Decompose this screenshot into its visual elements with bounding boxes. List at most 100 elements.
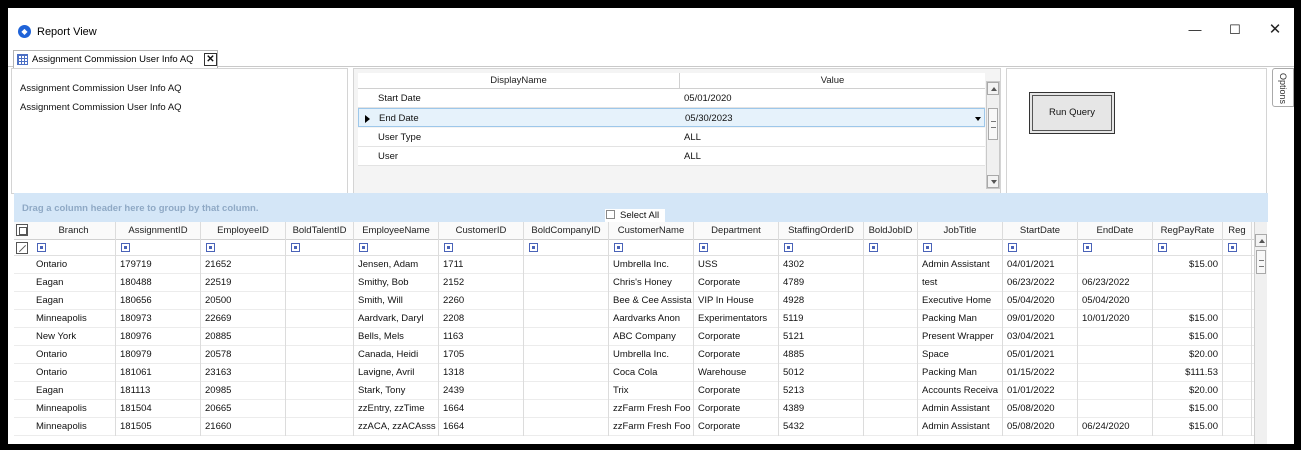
param-header-displayname[interactable]: DisplayName [358, 73, 680, 89]
table-cell[interactable]: $15.00 [1153, 418, 1223, 436]
column-header[interactable]: CustomerName [609, 222, 694, 240]
table-cell[interactable]: 180976 [116, 328, 201, 346]
table-cell[interactable]: Coca Cola [609, 364, 694, 382]
table-cell[interactable]: Trix [609, 382, 694, 400]
table-row[interactable]: Eagan 181113 20985 Stark, Tony 2439 Trix Corpo… [14, 382, 1254, 400]
table-cell[interactable]: 20985 [201, 382, 286, 400]
table-cell[interactable]: zzFarm Fresh Foo [609, 418, 694, 436]
table-cell[interactable] [1223, 292, 1252, 310]
table-cell[interactable]: Ontario [32, 256, 116, 274]
table-cell[interactable]: 05/08/2020 [1003, 400, 1078, 418]
run-query-button[interactable]: Run Query [1029, 92, 1115, 134]
column-header[interactable]: RegPayRate [1153, 222, 1223, 240]
table-cell[interactable] [286, 364, 354, 382]
filter-cell[interactable] [201, 240, 286, 256]
filter-icon[interactable] [291, 243, 300, 252]
table-cell[interactable]: 1664 [439, 418, 524, 436]
table-row[interactable]: Eagan 180488 22519 Smithy, Bob 2152 Chris's H… [14, 274, 1254, 292]
column-header[interactable]: Reg [1223, 222, 1252, 240]
table-cell[interactable]: Chris's Honey [609, 274, 694, 292]
table-cell[interactable]: 181061 [116, 364, 201, 382]
table-cell[interactable]: 4928 [779, 292, 864, 310]
table-cell[interactable]: Minneapolis [32, 310, 116, 328]
filter-icon[interactable] [1158, 243, 1167, 252]
table-cell[interactable]: Corporate [694, 400, 779, 418]
table-cell[interactable]: Corporate [694, 328, 779, 346]
column-header[interactable]: Branch [32, 222, 116, 240]
table-cell[interactable]: zzACA, zzACAsss [354, 418, 439, 436]
table-cell[interactable] [524, 418, 609, 436]
table-cell[interactable] [1223, 310, 1252, 328]
filter-cell[interactable] [32, 240, 116, 256]
param-value[interactable]: ALL [684, 147, 701, 166]
table-cell[interactable] [1223, 346, 1252, 364]
filter-cell[interactable] [609, 240, 694, 256]
table-cell[interactable]: 04/01/2021 [1003, 256, 1078, 274]
filter-cell[interactable] [694, 240, 779, 256]
column-header[interactable]: EndDate [1078, 222, 1153, 240]
table-cell[interactable] [1078, 382, 1153, 400]
table-cell[interactable]: 1711 [439, 256, 524, 274]
table-cell[interactable]: Warehouse [694, 364, 779, 382]
table-cell[interactable]: Ontario [32, 346, 116, 364]
table-cell[interactable]: $15.00 [1153, 328, 1223, 346]
grid-scroll-up-button[interactable] [1255, 234, 1267, 247]
filter-icon[interactable] [1228, 243, 1237, 252]
table-cell[interactable]: 05/01/2021 [1003, 346, 1078, 364]
table-cell[interactable] [1153, 292, 1223, 310]
table-cell[interactable]: 20885 [201, 328, 286, 346]
table-cell[interactable] [864, 364, 918, 382]
param-row-user-type[interactable]: User Type ALL [358, 128, 985, 147]
tab-assignment-commission[interactable]: Assignment Commission User Info AQ ✕ [13, 50, 218, 68]
filter-cell[interactable] [1003, 240, 1078, 256]
table-cell[interactable]: Corporate [694, 382, 779, 400]
filter-icon[interactable] [121, 243, 130, 252]
table-cell[interactable]: 21652 [201, 256, 286, 274]
table-cell[interactable] [864, 346, 918, 364]
table-cell[interactable]: 10/01/2020 [1078, 310, 1153, 328]
table-cell[interactable] [286, 400, 354, 418]
table-cell[interactable]: 05/04/2020 [1003, 292, 1078, 310]
table-cell[interactable]: 1664 [439, 400, 524, 418]
table-cell[interactable]: $111.53 [1153, 364, 1223, 382]
scroll-down-button[interactable] [987, 175, 999, 188]
filter-cell[interactable] [1223, 240, 1252, 256]
table-cell[interactable] [286, 310, 354, 328]
table-cell[interactable] [864, 418, 918, 436]
table-cell[interactable] [524, 400, 609, 418]
table-cell[interactable]: Eagan [32, 274, 116, 292]
table-cell[interactable] [864, 274, 918, 292]
column-header[interactable]: JobTitle [918, 222, 1003, 240]
table-cell[interactable] [1223, 274, 1252, 292]
table-cell[interactable]: Bee & Cee Assista [609, 292, 694, 310]
table-cell[interactable]: Admin Assistant [918, 256, 1003, 274]
table-cell[interactable]: 181504 [116, 400, 201, 418]
table-cell[interactable]: VIP In House [694, 292, 779, 310]
table-cell[interactable]: 03/04/2021 [1003, 328, 1078, 346]
table-cell[interactable] [1223, 382, 1252, 400]
grid-scrollbar[interactable] [1254, 222, 1267, 444]
table-cell[interactable]: New York [32, 328, 116, 346]
table-cell[interactable]: 4885 [779, 346, 864, 364]
table-cell[interactable]: 4789 [779, 274, 864, 292]
filter-icon[interactable] [1083, 243, 1092, 252]
column-header[interactable]: BoldJobID [864, 222, 918, 240]
table-cell[interactable]: 01/01/2022 [1003, 382, 1078, 400]
table-cell[interactable] [1078, 328, 1153, 346]
table-cell[interactable]: Aardvarks Anon [609, 310, 694, 328]
table-cell[interactable] [1223, 400, 1252, 418]
table-cell[interactable] [1223, 364, 1252, 382]
table-cell[interactable] [524, 364, 609, 382]
table-cell[interactable]: Corporate [694, 418, 779, 436]
table-cell[interactable] [1078, 400, 1153, 418]
param-row-start-date[interactable]: Start Date 05/01/2020 [358, 89, 985, 108]
table-cell[interactable]: Packing Man [918, 310, 1003, 328]
table-cell[interactable] [524, 346, 609, 364]
filter-icon[interactable] [359, 243, 368, 252]
table-row[interactable]: Minneapolis 181505 21660 zzACA, zzACAsss 166… [14, 418, 1254, 436]
table-cell[interactable] [286, 292, 354, 310]
table-cell[interactable]: Smithy, Bob [354, 274, 439, 292]
param-row-user[interactable]: User ALL [358, 147, 985, 166]
dropdown-arrow-icon[interactable] [975, 117, 981, 121]
filter-cell[interactable] [524, 240, 609, 256]
